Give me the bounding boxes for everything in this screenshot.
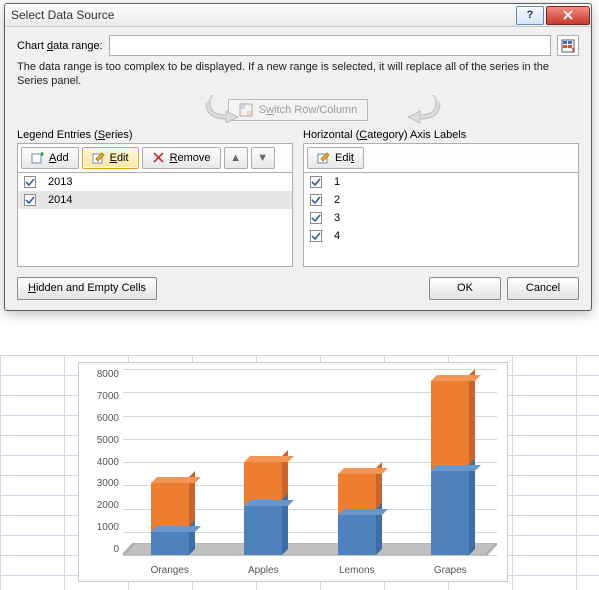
remove-series-button[interactable]: Remove — [142, 147, 221, 169]
edit-icon — [92, 151, 105, 164]
legend-entries-header: Legend Entries (Series) — [17, 129, 293, 141]
check-icon — [311, 195, 321, 205]
list-item[interactable]: 2 — [304, 191, 578, 209]
category-checkbox[interactable] — [310, 212, 322, 224]
plot-area: OrangesApplesLemonsGrapes — [123, 369, 497, 581]
check-icon — [311, 177, 321, 187]
bar-column — [404, 369, 498, 555]
series-label: 2014 — [48, 194, 72, 206]
triangle-down-icon: ▼ — [257, 152, 268, 164]
y-tick-label: 5000 — [97, 435, 119, 446]
x-tick-label: Grapes — [404, 559, 498, 581]
x-tick-label: Oranges — [123, 559, 217, 581]
list-item[interactable]: 3 — [304, 209, 578, 227]
check-icon — [25, 177, 35, 187]
y-tick-label: 7000 — [97, 391, 119, 402]
ok-button[interactable]: OK — [429, 277, 501, 300]
category-listbox[interactable]: 1 2 3 4 — [303, 172, 579, 267]
y-tick-label: 1000 — [97, 522, 119, 533]
list-item[interactable]: 4 — [304, 227, 578, 245]
edit-icon — [317, 151, 330, 164]
switch-row-column-button: Switch Row/Column — [228, 99, 368, 121]
bar-column — [217, 369, 311, 555]
series-checkbox[interactable] — [24, 194, 36, 206]
category-label: 1 — [334, 176, 340, 188]
check-icon — [25, 195, 35, 205]
y-tick-label: 8000 — [97, 369, 119, 380]
category-checkbox[interactable] — [310, 176, 322, 188]
x-tick-label: Apples — [217, 559, 311, 581]
series-checkbox[interactable] — [24, 176, 36, 188]
dialog-title: Select Data Source — [11, 8, 515, 22]
move-down-button[interactable]: ▼ — [251, 147, 275, 169]
switch-row-column-label: Switch Row/Column — [259, 104, 357, 116]
bar-column — [123, 369, 217, 555]
range-warning-text: The data range is too complex to be disp… — [17, 60, 579, 89]
add-label: dd — [56, 152, 68, 164]
y-tick-label: 6000 — [97, 413, 119, 424]
y-tick-label: 4000 — [97, 457, 119, 468]
series-listbox[interactable]: 2013 2014 — [17, 172, 293, 267]
close-icon — [563, 10, 573, 20]
category-axis-header: Horizontal (Category) Axis Labels — [303, 129, 579, 141]
cancel-button[interactable]: Cancel — [507, 277, 579, 300]
hidden-empty-cells-button[interactable]: Hidden and Empty Cells — [17, 277, 157, 300]
category-checkbox[interactable] — [310, 230, 322, 242]
category-checkbox[interactable] — [310, 194, 322, 206]
x-tick-label: Lemons — [310, 559, 404, 581]
x-axis: OrangesApplesLemonsGrapes — [123, 559, 497, 581]
edit-category-button[interactable]: Edit — [307, 147, 364, 169]
move-up-button[interactable]: ▲ — [224, 147, 248, 169]
chart-data-range-input[interactable] — [109, 35, 551, 56]
category-label: 2 — [334, 194, 340, 206]
add-icon — [31, 151, 44, 164]
curved-arrow-left-icon — [202, 95, 244, 126]
select-data-source-dialog: Select Data Source ? Chart data range: T… — [4, 3, 592, 311]
close-button[interactable] — [546, 6, 590, 25]
collapse-dialog-button[interactable] — [557, 35, 579, 56]
category-label: 4 — [334, 230, 340, 242]
add-series-button[interactable]: Add — [21, 147, 79, 169]
range-selector-icon — [561, 39, 575, 53]
remove-icon — [152, 151, 165, 164]
edit-series-button[interactable]: Edit — [82, 147, 139, 169]
series-label: 2013 — [48, 176, 72, 188]
list-item[interactable]: 2013 — [18, 173, 292, 191]
category-axis-panel: Horizontal (Category) Axis Labels Edit 1… — [303, 129, 579, 267]
check-icon — [311, 213, 321, 223]
triangle-up-icon: ▲ — [230, 152, 241, 164]
list-item[interactable]: 1 — [304, 173, 578, 191]
y-tick-label: 2000 — [97, 500, 119, 511]
bar-column — [310, 369, 404, 555]
help-button[interactable]: ? — [516, 6, 544, 25]
y-axis: 8000 7000 6000 5000 4000 3000 2000 1000 0 — [79, 363, 123, 581]
stacked-3d-column-chart[interactable]: 8000 7000 6000 5000 4000 3000 2000 1000 0 Orange… — [78, 362, 508, 582]
chart-data-range-label: Chart data range: — [17, 40, 103, 52]
y-tick-label: 3000 — [97, 478, 119, 489]
y-tick-label: 0 — [113, 544, 119, 555]
curved-arrow-right-icon — [402, 95, 444, 126]
category-label: 3 — [334, 212, 340, 224]
list-item[interactable]: 2014 — [18, 191, 292, 209]
check-icon — [311, 231, 321, 241]
titlebar[interactable]: Select Data Source ? — [5, 4, 591, 27]
legend-entries-panel: Legend Entries (Series) Add Edit Remove — [17, 129, 293, 267]
